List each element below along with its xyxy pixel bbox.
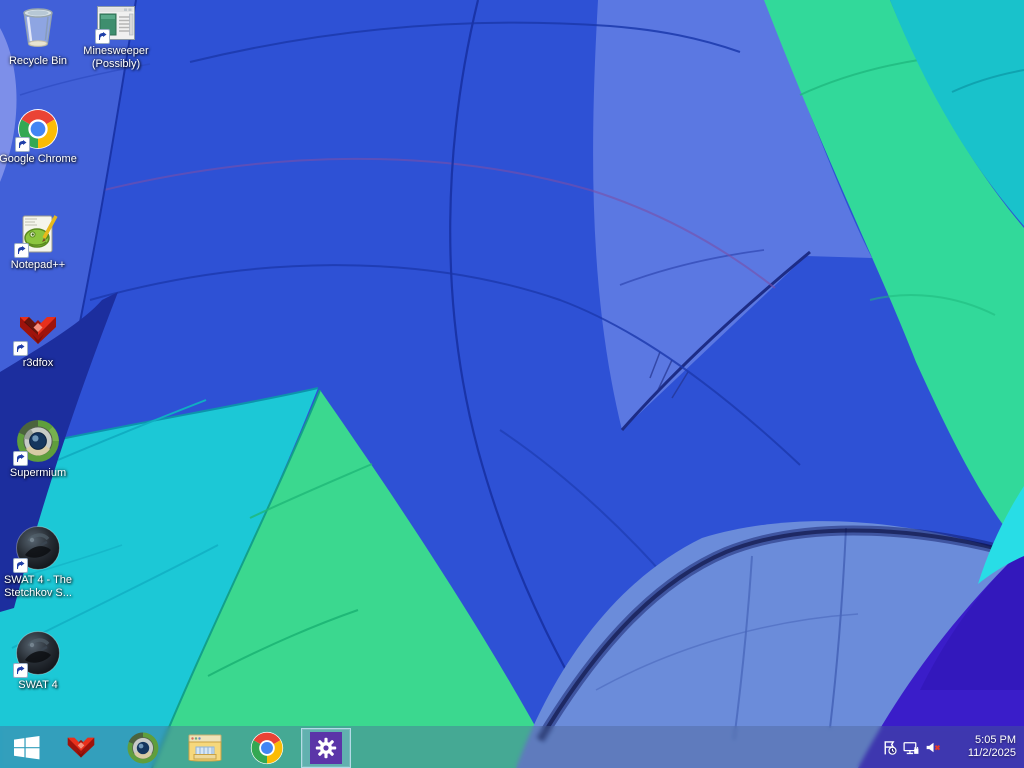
desktop-icon-r3dfox[interactable]: r3dfox: [0, 308, 78, 370]
shortcut-arrow-icon: [13, 451, 28, 466]
taskbar-button-file-explorer[interactable]: [180, 728, 230, 768]
icon-label: SWAT 4 - The Stetchkov S...: [3, 574, 73, 599]
system-tray: 5:05 PM 11/2/2025: [878, 726, 1024, 768]
taskbar-button-chrome[interactable]: [242, 728, 292, 768]
shortcut-arrow-icon: [13, 341, 28, 356]
desktop-icon-notepad-plus-plus[interactable]: Notepad++: [0, 212, 78, 272]
shortcut-arrow-icon: [14, 243, 29, 258]
taskbar-clock[interactable]: 5:05 PM 11/2/2025: [944, 734, 1024, 760]
taskbar: 5:05 PM 11/2/2025: [0, 726, 1024, 768]
gear-icon: [315, 737, 337, 759]
desktop-icon-supermium[interactable]: Supermium: [0, 418, 78, 480]
desktop-icon-swat4-stetchkov[interactable]: SWAT 4 - The Stetchkov S...: [0, 525, 78, 600]
chrome-icon: [250, 731, 284, 765]
desktop-icon-swat4[interactable]: SWAT 4: [0, 630, 78, 692]
network-icon[interactable]: [900, 726, 922, 768]
taskbar-button-settings[interactable]: [301, 728, 351, 768]
settings-tile: [310, 732, 342, 764]
r3dfox-icon: [67, 737, 95, 758]
volume-muted-icon[interactable]: [922, 726, 944, 768]
shortcut-arrow-icon: [15, 137, 30, 152]
taskbar-button-supermium[interactable]: [118, 728, 168, 768]
desktop-icon-recycle-bin[interactable]: Recycle Bin: [0, 4, 78, 68]
desktop-icon-minesweeper[interactable]: Minesweeper (Possibly): [76, 6, 156, 71]
supermium-icon: [127, 732, 159, 764]
shortcut-arrow-icon: [95, 29, 110, 44]
icon-label: Notepad++: [10, 259, 66, 271]
desktop-icon-google-chrome[interactable]: Google Chrome: [0, 108, 78, 166]
action-center-icon[interactable]: [878, 726, 900, 768]
file-explorer-icon: [188, 734, 222, 762]
shortcut-arrow-icon: [13, 558, 28, 573]
recycle-bin-icon: [23, 8, 53, 47]
icon-label: Recycle Bin: [8, 55, 68, 67]
start-button[interactable]: [2, 728, 52, 768]
taskbar-button-r3dfox[interactable]: [56, 728, 106, 768]
icon-label: Google Chrome: [0, 153, 77, 165]
clock-date: 11/2/2025: [967, 747, 1016, 759]
shortcut-arrow-icon: [13, 663, 28, 678]
icon-label: SWAT 4: [18, 679, 58, 691]
icon-label: Supermium: [9, 467, 67, 479]
wallpaper-balloon: [0, 0, 1024, 768]
icon-label: Minesweeper (Possibly): [83, 45, 149, 70]
clock-time: 5:05 PM: [975, 734, 1016, 746]
windows-logo-icon: [14, 736, 40, 760]
icon-label: r3dfox: [22, 357, 54, 369]
